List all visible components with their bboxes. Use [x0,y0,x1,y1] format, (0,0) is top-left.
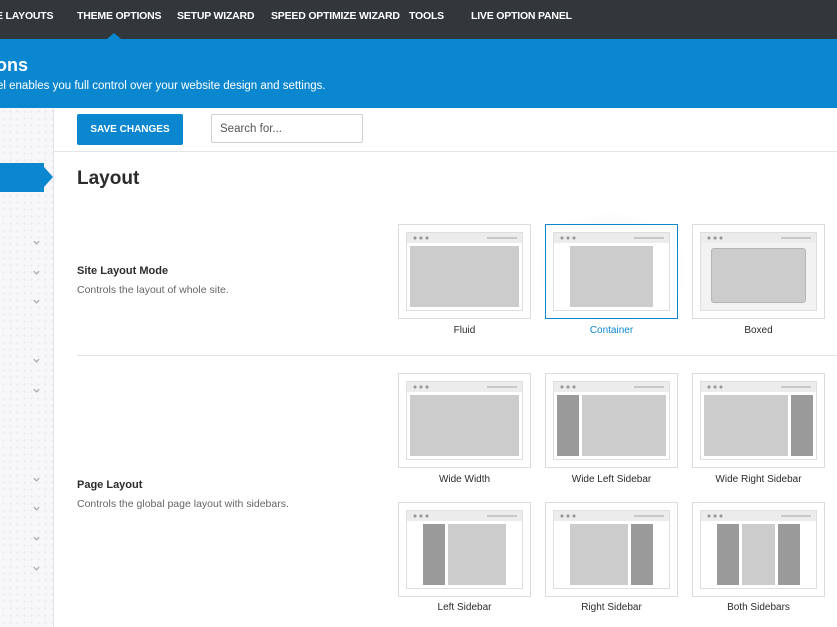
top-nav: E LAYOUTS THEME OPTIONS SETUP WIZARD SPE… [0,0,837,39]
layout-option-boxed[interactable] [692,224,825,319]
layout-option-label: Wide Left Sidebar [571,474,652,485]
chevron-down-icon[interactable] [32,386,41,395]
layout-option-wide-width[interactable] [398,373,531,468]
page-layout-description: Controls the global page layout with sid… [77,498,289,510]
layout-option-label: Boxed [744,325,773,336]
layout-option-label: Right Sidebar [581,602,642,613]
site-layout-label: Site Layout Mode [77,265,169,277]
layout-option-fluid[interactable] [398,224,531,319]
page-subtitle: el enables you full control over your we… [0,80,326,92]
nav-item-setup-wizard[interactable]: SETUP WIZARD [177,0,255,33]
chevron-down-icon[interactable] [32,356,41,365]
chevron-down-icon[interactable] [32,564,41,573]
layout-option-label: Wide Width [438,474,491,485]
layout-preview [553,232,670,311]
layout-preview [700,381,817,460]
layout-option-label: Left Sidebar [437,602,492,613]
layout-option-label: Fluid [453,325,476,336]
layout-option-right-sidebar[interactable] [545,502,678,597]
layout-option-left-sidebar[interactable] [398,502,531,597]
section-title: Layout [77,168,140,189]
nav-item-live-option-panel[interactable]: LIVE OPTION PANEL [471,0,572,33]
layout-preview [406,232,523,311]
layout-option-label: Both Sidebars [727,602,790,613]
layout-preview [700,510,817,589]
layout-preview [553,510,670,589]
layout-option-wide-left-sidebar[interactable] [545,373,678,468]
layout-preview [406,510,523,589]
layout-option-label: Wide Right Sidebar [715,474,802,485]
options-sidebar [0,108,54,627]
chevron-down-icon[interactable] [32,297,41,306]
nav-item-speed-optimize-wizard[interactable]: SPEED OPTIMIZE WIZARD [271,0,400,33]
chevron-down-icon[interactable] [32,238,41,247]
options-header: ons el enables you full control over you… [0,39,837,108]
layout-option-label: Container [589,325,634,336]
site-layout-description: Controls the layout of whole site. [77,284,229,296]
page-title: ons [0,55,29,75]
section-divider [77,355,837,356]
sidebar-item-active[interactable] [0,163,53,192]
chevron-down-icon[interactable] [32,534,41,543]
layout-preview [406,381,523,460]
layout-option-wide-right-sidebar[interactable] [692,373,825,468]
layout-preview [553,381,670,460]
nav-item-layouts[interactable]: E LAYOUTS [0,0,54,33]
nav-item-theme-options[interactable]: THEME OPTIONS [77,0,162,33]
chevron-down-icon[interactable] [32,504,41,513]
nav-item-tools[interactable]: TOOLS [409,0,444,33]
save-changes-button[interactable]: SAVE CHANGES [77,114,183,145]
options-toolbar: SAVE CHANGES [54,108,837,152]
layout-option-container[interactable] [545,224,678,319]
search-input[interactable] [211,114,363,143]
layout-option-both-sidebars[interactable] [692,502,825,597]
chevron-down-icon[interactable] [32,268,41,277]
page-layout-label: Page Layout [77,479,143,491]
chevron-down-icon[interactable] [32,475,41,484]
layout-preview [700,232,817,311]
